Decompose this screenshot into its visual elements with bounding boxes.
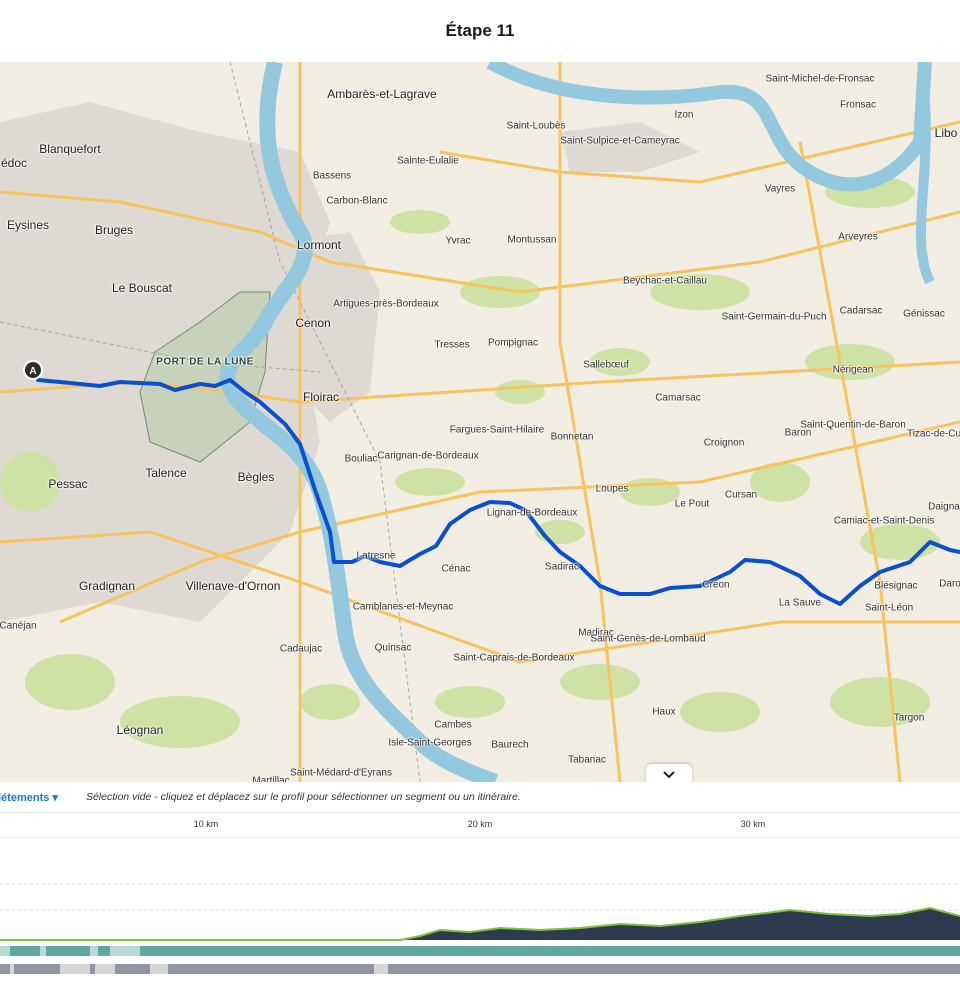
place-label: Sallebœuf [583, 359, 629, 371]
place-label: Saint-Loubès [506, 120, 566, 132]
place-label: Cambes [434, 719, 472, 731]
page-title: Étape 11 [445, 21, 515, 40]
zone-label: PORT DE LA LUNE [156, 356, 254, 368]
place-label: Quinsac [374, 642, 412, 654]
isle-river [915, 101, 935, 285]
place-label: Yvrac [445, 235, 471, 247]
place-label: Artigues-près-Bordeaux [333, 298, 439, 310]
profile-toolbar: létements ▾ Sélection vide - cliquez et … [0, 782, 960, 812]
selection-hint: Sélection vide - cliquez et déplacez sur… [85, 791, 521, 803]
axis-tick: 20 km [467, 819, 493, 829]
place-label: Loupes [595, 483, 629, 495]
place-label: Saint-Caprais-de-Bordeaux [453, 652, 575, 664]
place-label: Baurech [491, 739, 529, 751]
place-label: Latresne [356, 550, 396, 562]
place-label: Cadarsac [839, 305, 883, 317]
place-label: Cadaujac [279, 643, 323, 655]
place-label: Ambarès-et-Lagrave [327, 87, 437, 102]
place-label: Canéjan [0, 620, 37, 632]
place-label: Génissac [903, 308, 945, 320]
place-label: La Sauve [778, 597, 822, 609]
place-label: Targon [893, 712, 925, 724]
chevron-down-icon [663, 771, 675, 779]
place-label: Blésignac [874, 580, 918, 592]
place-label: Pessac [48, 477, 88, 492]
place-label: Saint-Michel-de-Fronsac [765, 73, 875, 85]
place-label: Créon [702, 579, 730, 591]
place-label: Vayres [764, 183, 796, 195]
place-label: édoc [0, 156, 28, 171]
place-label: Blanquefort [39, 142, 101, 157]
map-view[interactable]: A Ambarès-et-Lagrave Saint-Michel-de-Fron… [0, 62, 960, 782]
place-label: Carignan-de-Bordeaux [377, 450, 479, 462]
place-label: Tizac-de-Cu [906, 428, 960, 440]
place-label: Daro [939, 578, 960, 590]
place-label: Camiac-et-Saint-Denis [833, 515, 935, 527]
place-label: Saint-Sulpice-et-Cameyrac [560, 135, 680, 147]
axis-tick: 10 km [193, 819, 219, 829]
place-label: Bruges [94, 223, 134, 238]
place-label: Daigna [928, 501, 960, 513]
elevation-profile[interactable] [0, 836, 960, 1000]
place-label: Lormont [296, 238, 342, 253]
place-label: Léognan [116, 723, 164, 738]
place-label: Baron [784, 427, 812, 439]
place-label: Nérigean [832, 364, 874, 376]
place-label: Eysines [6, 218, 50, 233]
place-label: Cénac [441, 563, 471, 575]
profile-mode-dropdown[interactable]: létements ▾ [0, 791, 58, 804]
header: Étape 11 [0, 0, 960, 63]
place-label: Sainte-Eulalie [397, 155, 459, 167]
place-label: Talence [145, 466, 187, 481]
start-marker-label: A [29, 366, 36, 377]
place-label: Bouliac [344, 453, 378, 465]
place-label: Bonnetan [550, 431, 594, 443]
place-label: Villenave-d'Ornon [185, 579, 281, 594]
place-label: Libo [934, 126, 958, 141]
elevation-panel: létements ▾ Sélection vide - cliquez et … [0, 782, 960, 1000]
caret-down-icon: ▾ [52, 791, 58, 804]
place-label: Tresses [434, 339, 470, 351]
place-label: Camblanes-et-Meynac [352, 601, 454, 613]
place-label: Bassens [312, 170, 352, 182]
place-label: Fargues-Saint-Hilaire [449, 424, 545, 436]
place-label: Isle-Saint-Georges [388, 737, 472, 749]
place-label: Carbon-Blanc [326, 195, 388, 207]
place-label: Floirac [302, 390, 340, 405]
place-label: Saint-Genès-de-Lombaud [590, 633, 706, 645]
place-label: Haux [652, 706, 676, 718]
place-label: Bègles [237, 470, 275, 485]
place-label: Saint-Médard-d'Eyrans [290, 767, 392, 779]
place-label: Beychac-et-Caillau [623, 275, 707, 287]
place-label: Camarsac [655, 392, 701, 404]
garonne-river [219, 62, 498, 782]
place-label: Saint-Germain-du-Puch [721, 311, 827, 323]
place-label: Martillac [252, 775, 290, 782]
place-label: Pompignac [487, 337, 539, 349]
place-label: Lignan-de-Bordeaux [486, 507, 578, 519]
place-label: Le Bouscat [111, 281, 173, 296]
distance-axis: 10 km 20 km 30 km [0, 812, 960, 838]
place-label: Izon [674, 109, 694, 121]
axis-tick: 30 km [740, 819, 766, 829]
place-label: Sadirac [545, 561, 579, 573]
place-label: Saint-Léon [864, 602, 914, 614]
place-label: Le Pout [674, 498, 710, 510]
waytype-bar [0, 964, 960, 974]
place-label: Tabanac [568, 754, 606, 766]
place-label: Cursan [724, 489, 758, 501]
place-label: Arveyres [838, 231, 878, 243]
place-label: Gradignan [78, 579, 136, 594]
place-label: Cenon [295, 316, 331, 331]
place-label: Fronsac [839, 99, 877, 111]
place-label: Saint-Quentin-de-Baron [800, 419, 906, 431]
place-label: Montussan [507, 234, 557, 246]
place-label: Croignon [703, 437, 745, 449]
surface-bar [0, 946, 960, 956]
